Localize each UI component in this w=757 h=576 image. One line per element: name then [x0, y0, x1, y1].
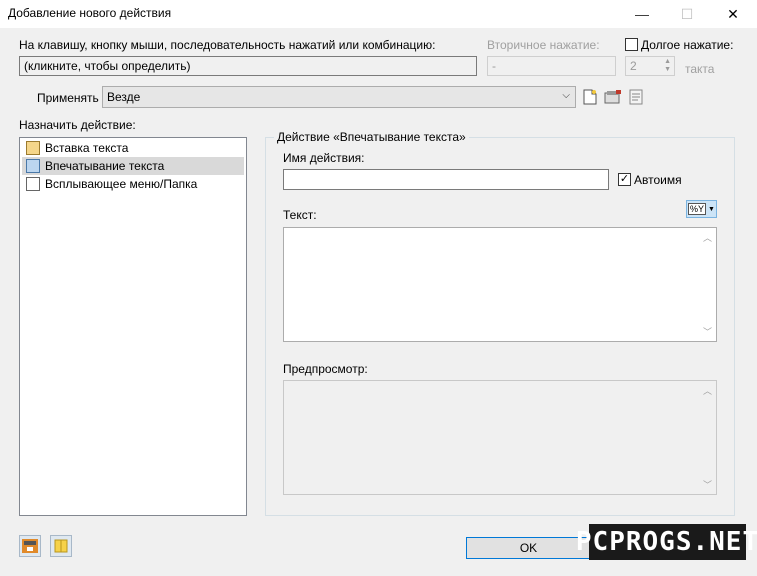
- long-press-spinner[interactable]: 2 ▲ ▼: [625, 56, 675, 76]
- secondary-press-value: -: [492, 59, 496, 73]
- menu-folder-icon: [26, 177, 40, 191]
- ok-button[interactable]: OK: [466, 537, 591, 559]
- action-groupbox-title: Действие «Впечатывание текста»: [274, 130, 469, 144]
- text-editor-scrollbar[interactable]: ︿ ﹀: [700, 228, 716, 341]
- spinner-arrows-icon[interactable]: ▲ ▼: [664, 58, 671, 74]
- macro-insert-button[interactable]: %Y ▼: [686, 200, 717, 218]
- action-type-list[interactable]: Вставка текста Впечатывание текста Всплы…: [19, 137, 247, 516]
- preview-label: Предпросмотр:: [283, 362, 368, 376]
- long-press-value: 2: [630, 59, 637, 73]
- apply-label: Применять: [37, 91, 99, 105]
- list-item-popup-menu[interactable]: Всплывающее меню/Папка: [22, 175, 244, 193]
- action-name-input[interactable]: [283, 169, 609, 190]
- type-text-icon: [26, 159, 40, 173]
- action-name-label: Имя действия:: [283, 151, 365, 165]
- apply-scope-value: Везде: [107, 90, 141, 104]
- list-item-label: Всплывающее меню/Папка: [45, 177, 198, 191]
- ok-button-label: OK: [519, 541, 538, 555]
- list-item-label: Впечатывание текста: [45, 159, 165, 173]
- scroll-down-icon[interactable]: ﹀: [703, 478, 712, 491]
- hotkey-label: На клавишу, кнопку мыши, последовательно…: [19, 38, 436, 52]
- scroll-down-icon[interactable]: ﹀: [703, 325, 712, 338]
- window-title: Добавление нового действия: [8, 6, 172, 20]
- assign-action-label: Назначить действие:: [19, 118, 136, 132]
- document-list-icon[interactable]: [626, 87, 646, 107]
- paste-text-icon: [26, 141, 40, 155]
- app-logo-icon[interactable]: [19, 535, 41, 557]
- maximize-button[interactable]: ☐: [667, 0, 707, 28]
- scroll-up-icon[interactable]: ︿: [703, 231, 712, 244]
- scroll-up-icon[interactable]: ︿: [703, 384, 712, 397]
- macro-button-label: %Y: [688, 203, 707, 215]
- new-document-icon[interactable]: [580, 87, 600, 107]
- watermark-text: PCPROGS.NET: [575, 527, 757, 557]
- text-editor[interactable]: ︿ ﹀: [283, 227, 717, 342]
- long-press-unit: такта: [685, 62, 715, 76]
- properties-icon[interactable]: [603, 87, 623, 107]
- secondary-press-label: Вторичное нажатие:: [487, 38, 600, 52]
- secondary-press-field[interactable]: -: [487, 56, 616, 76]
- hotkey-capture-field[interactable]: (кликните, чтобы определить): [19, 56, 477, 76]
- notes-icon[interactable]: [50, 535, 72, 557]
- text-label: Текст:: [283, 208, 317, 222]
- watermark-banner: PCPROGS.NET: [576, 524, 757, 560]
- minimize-button[interactable]: —: [622, 0, 662, 28]
- hotkey-capture-text: (кликните, чтобы определить): [24, 59, 191, 73]
- long-press-label: Долгое нажатие:: [641, 38, 734, 52]
- autoname-checkbox[interactable]: ✓: [618, 173, 631, 186]
- preview-scrollbar[interactable]: ︿ ﹀: [700, 381, 716, 494]
- list-item-label: Вставка текста: [45, 141, 129, 155]
- preview-box: ︿ ﹀: [283, 380, 717, 495]
- list-item-insert-text[interactable]: Вставка текста: [22, 139, 244, 157]
- autoname-label: Автоимя: [634, 173, 682, 187]
- long-press-checkbox[interactable]: [625, 38, 638, 51]
- list-item-type-text[interactable]: Впечатывание текста: [22, 157, 244, 175]
- dropdown-arrow-icon: ▼: [708, 205, 715, 213]
- chevron-down-icon: ⌵: [562, 90, 570, 101]
- apply-scope-dropdown[interactable]: Везде ⌵: [102, 86, 576, 108]
- close-button[interactable]: ✕: [713, 0, 753, 28]
